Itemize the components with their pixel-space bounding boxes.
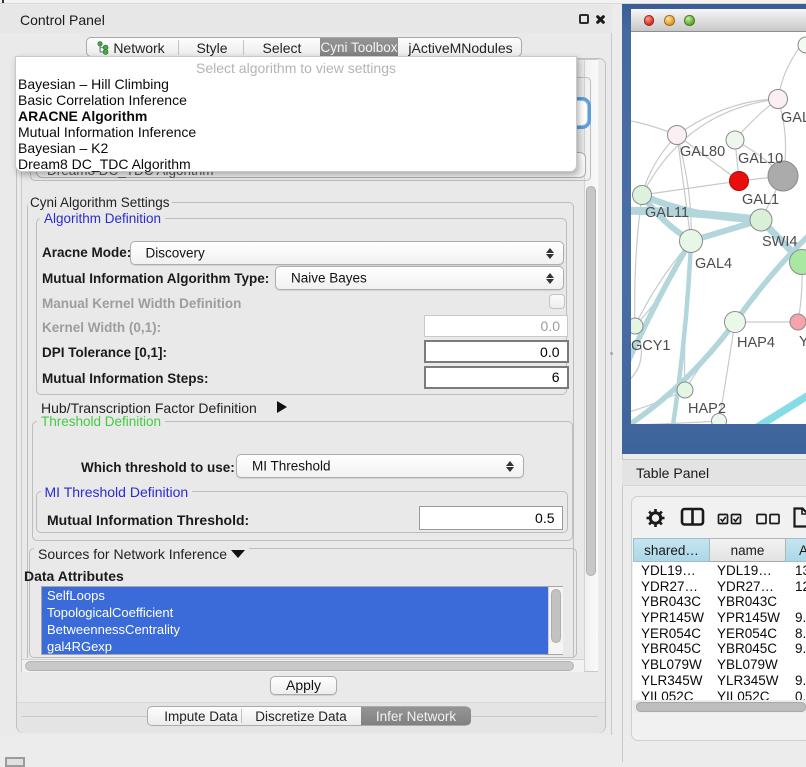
svg-text:GAL80: GAL80	[680, 144, 725, 160]
svg-text:GAL10: GAL10	[738, 151, 783, 167]
svg-text:HAP2: HAP2	[688, 401, 726, 417]
svg-text:Y: Y	[799, 334, 806, 350]
svg-text:GCY1: GCY1	[631, 338, 671, 354]
svg-text:GAL11: GAL11	[645, 205, 689, 221]
svg-text:GAL7: GAL7	[781, 110, 806, 126]
svg-text:GAL1: GAL1	[742, 192, 779, 208]
svg-text:HAP4: HAP4	[737, 335, 775, 351]
svg-text:GAL4: GAL4	[695, 256, 732, 272]
svg-text:SWI4: SWI4	[762, 234, 797, 250]
